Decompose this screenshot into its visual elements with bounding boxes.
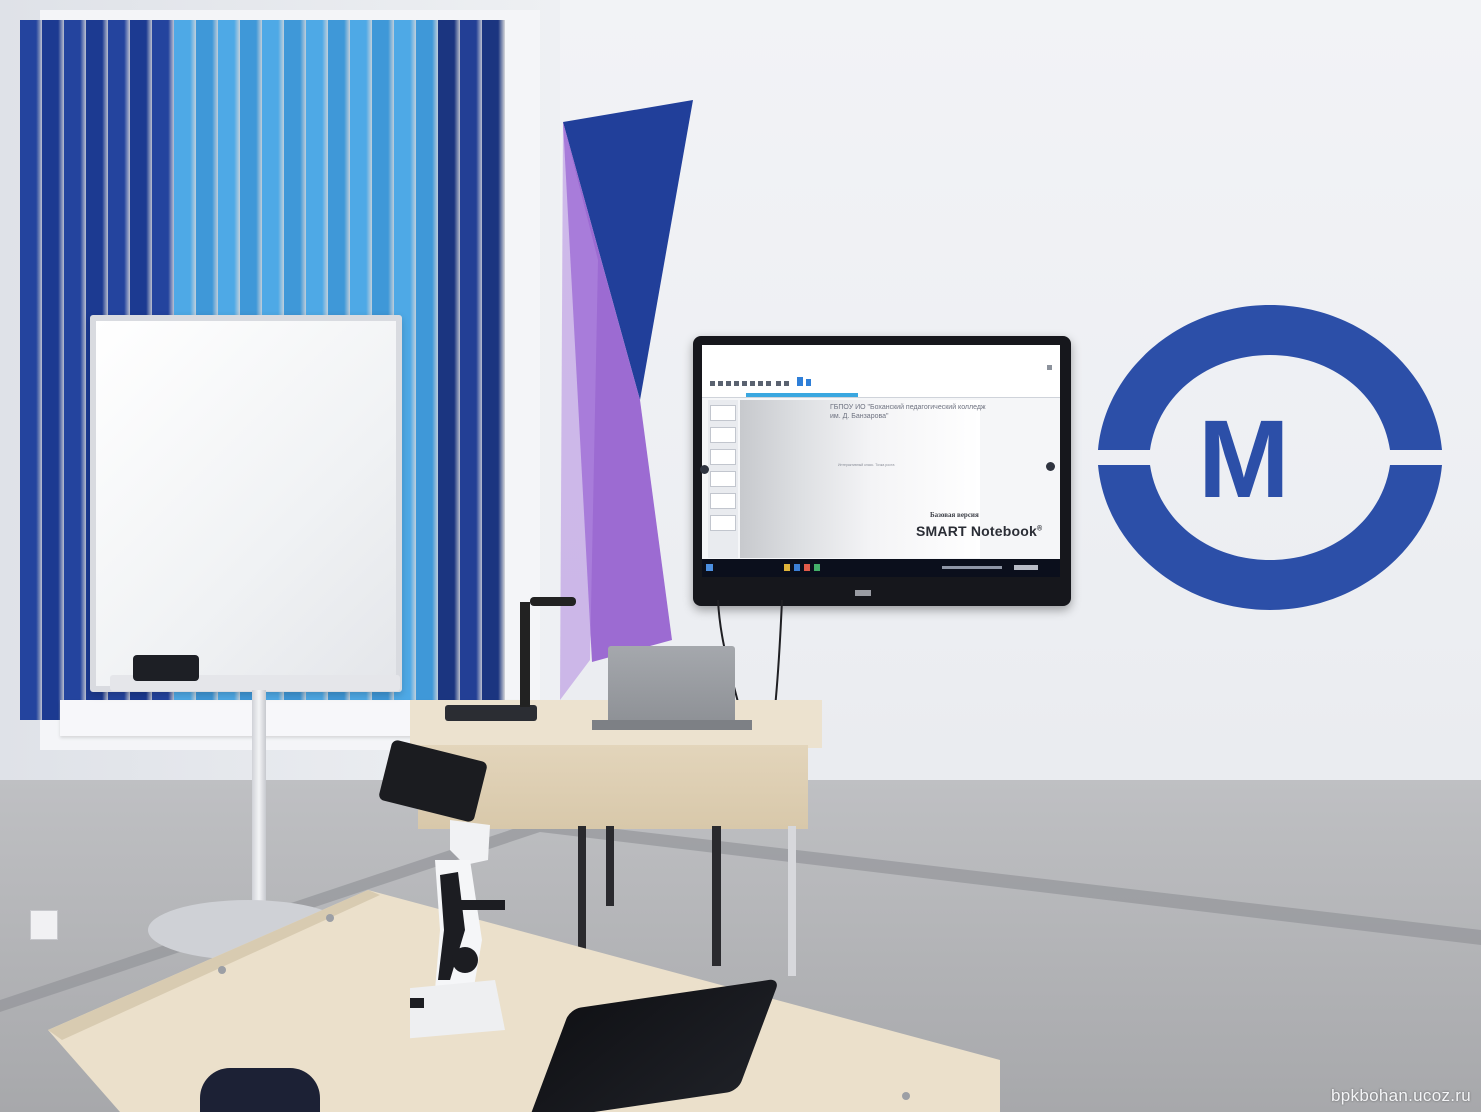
student-desk <box>48 890 1000 1112</box>
chair-back <box>200 1068 320 1112</box>
digital-microscope <box>410 820 505 1039</box>
classroom-photo: ГБПОУ ИО "Боханский педагогический колле… <box>0 0 1481 1112</box>
site-watermark: bpkbohan.ucoz.ru <box>1331 1086 1471 1105</box>
